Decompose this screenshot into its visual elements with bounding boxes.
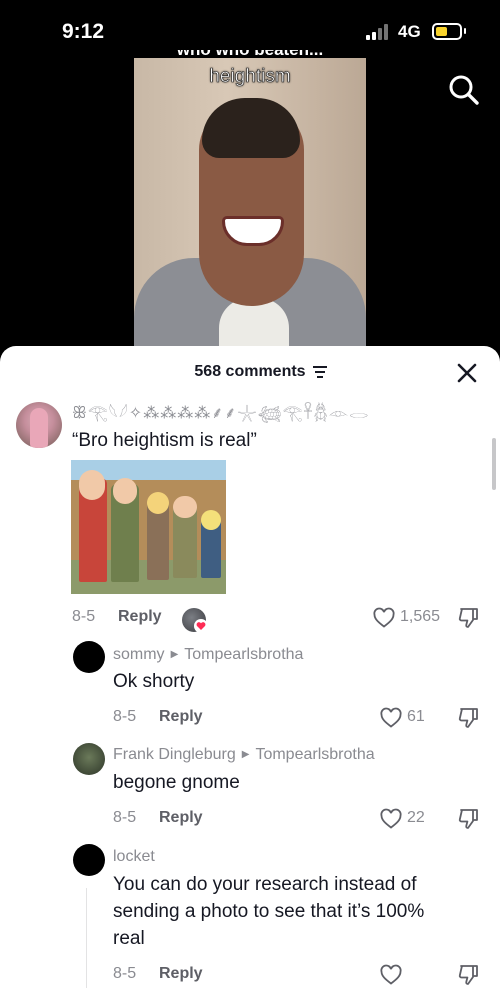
reply-text: Ok shorty	[113, 671, 195, 692]
avatar[interactable]	[73, 641, 105, 673]
like-button[interactable]: 61	[379, 706, 449, 730]
reply-to-username[interactable]: Tompearlsbrotha	[255, 746, 374, 763]
battery-icon	[432, 23, 462, 40]
comment-text: “Bro heightism is real”	[72, 430, 257, 451]
reply-to-username[interactable]: Tompearlsbrotha	[184, 646, 303, 663]
heart-icon	[380, 964, 402, 985]
search-button[interactable]	[444, 70, 484, 110]
reply-text-line: real	[113, 928, 145, 949]
reply-button[interactable]: Reply	[159, 809, 203, 827]
video-caption: heightism	[209, 66, 291, 88]
reply-text: You can do your research instead of send…	[113, 871, 424, 952]
reply-meta: 8-5 Reply	[113, 965, 313, 988]
reply-arrow-icon: ▶	[170, 649, 179, 660]
thumbs-down-icon[interactable]	[456, 806, 482, 832]
network-type: 4G	[398, 22, 421, 41]
close-icon[interactable]	[456, 362, 478, 384]
comment-meta: 8-5 Reply	[72, 608, 272, 632]
reply-arrow-icon: ▶	[241, 749, 250, 760]
reply-meta: 8-5 Reply	[113, 809, 313, 833]
comment-date: 8-5	[72, 608, 96, 625]
reply-username-line[interactable]: sommy ▶ Tompearlsbrotha	[113, 646, 303, 664]
comment-date: 8-5	[113, 809, 137, 826]
reply-button[interactable]: Reply	[159, 965, 203, 983]
reply-text: begone gnome	[113, 772, 240, 793]
reply-text-line: sending a photo to see that it’s 100%	[113, 901, 425, 922]
reply-button[interactable]: Reply	[159, 708, 203, 726]
reply-text-line: You can do your research instead of	[113, 874, 417, 895]
reply-meta: 8-5 Reply	[113, 708, 313, 732]
heart-icon	[373, 607, 395, 628]
like-count: 22	[407, 809, 425, 826]
comments-count: 568 comments	[194, 363, 306, 380]
comment-date: 8-5	[113, 965, 137, 982]
avatar[interactable]	[73, 844, 105, 876]
like-count: 1,565	[400, 608, 441, 625]
reply-username[interactable]: locket	[113, 848, 155, 866]
like-count: 61	[407, 708, 425, 725]
video-player[interactable]	[134, 58, 366, 348]
search-icon	[449, 75, 479, 105]
comment-image[interactable]	[71, 460, 226, 594]
thread-line	[86, 888, 87, 988]
like-button[interactable]: 22	[379, 807, 449, 831]
comment-username[interactable]: ꕥ𓂀𓆩𓆪✧⁂⁂⁂⁂⸙⸙𓇼𓆉𓂀𓋹𓆣𓁹𓂋	[72, 398, 482, 424]
avatar[interactable]	[16, 402, 62, 448]
heart-icon	[380, 808, 402, 829]
comments-sheet: 568 comments ꕥ𓂀𓆩𓆪✧⁂⁂⁂⁂⸙⸙𓇼𓆉𓂀𓋹𓆣𓁹𓂋 “Bro hei…	[0, 346, 500, 988]
thumbs-down-icon[interactable]	[456, 705, 482, 731]
scrollbar[interactable]	[492, 438, 496, 490]
heart-icon	[380, 707, 402, 728]
comments-header: 568 comments	[0, 346, 500, 398]
thumbs-down-icon[interactable]	[456, 962, 482, 988]
like-button[interactable]: 1,565	[372, 606, 442, 630]
heart-badge-icon	[194, 619, 208, 633]
like-button[interactable]	[379, 963, 449, 987]
reply-username[interactable]: sommy	[113, 646, 165, 663]
video-caption-cropped: who who beaten...	[160, 50, 340, 60]
signal-icon	[366, 24, 394, 40]
filter-icon[interactable]	[312, 365, 328, 379]
status-time: 9:12	[62, 20, 105, 43]
reply-username-line[interactable]: Frank Dingleburg ▶ Tompearlsbrotha	[113, 746, 375, 764]
thumbs-down-icon[interactable]	[456, 605, 482, 631]
avatar[interactable]	[73, 743, 105, 775]
comment-date: 8-5	[113, 708, 137, 725]
reply-button[interactable]: Reply	[118, 608, 162, 626]
reply-username[interactable]: Frank Dingleburg	[113, 746, 236, 763]
